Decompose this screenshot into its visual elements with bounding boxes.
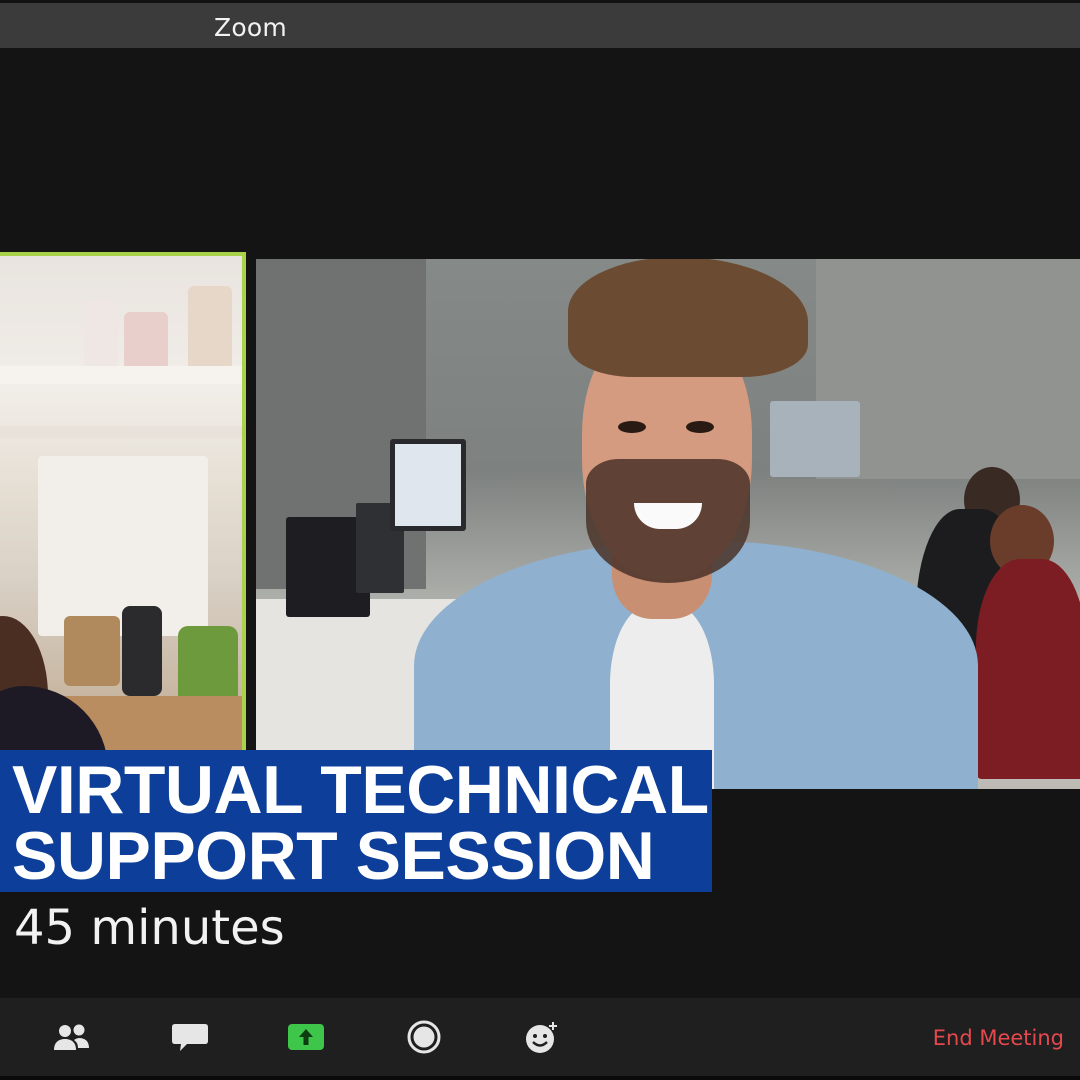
session-title-banner: VIRTUAL TECHNICAL SUPPORT SESSION: [0, 750, 712, 892]
chat-icon[interactable]: [170, 1020, 210, 1054]
participant-video-active-speaker[interactable]: [0, 252, 246, 796]
end-meeting-button[interactable]: End Meeting: [933, 1026, 1064, 1050]
participant-video[interactable]: [256, 259, 1080, 789]
zoom-window: Zoom VIRTUAL TECHNICAL SUPPORT SESSION 4…: [0, 0, 1080, 1080]
share-screen-icon[interactable]: [286, 1020, 326, 1054]
reactions-icon[interactable]: [522, 1020, 562, 1054]
headline-line-1: VIRTUAL TECHNICAL: [12, 752, 709, 828]
record-icon[interactable]: [404, 1020, 444, 1054]
participants-icon[interactable]: [52, 1020, 92, 1054]
session-duration: 45 minutes: [14, 900, 285, 956]
video-gallery: VIRTUAL TECHNICAL SUPPORT SESSION 45 min…: [0, 48, 1080, 998]
meeting-toolbar: End Meeting: [0, 998, 1080, 1080]
title-bar: Zoom: [0, 0, 1080, 48]
window-title: Zoom: [214, 13, 287, 42]
headline-line-2: SUPPORT SESSION: [12, 818, 655, 894]
